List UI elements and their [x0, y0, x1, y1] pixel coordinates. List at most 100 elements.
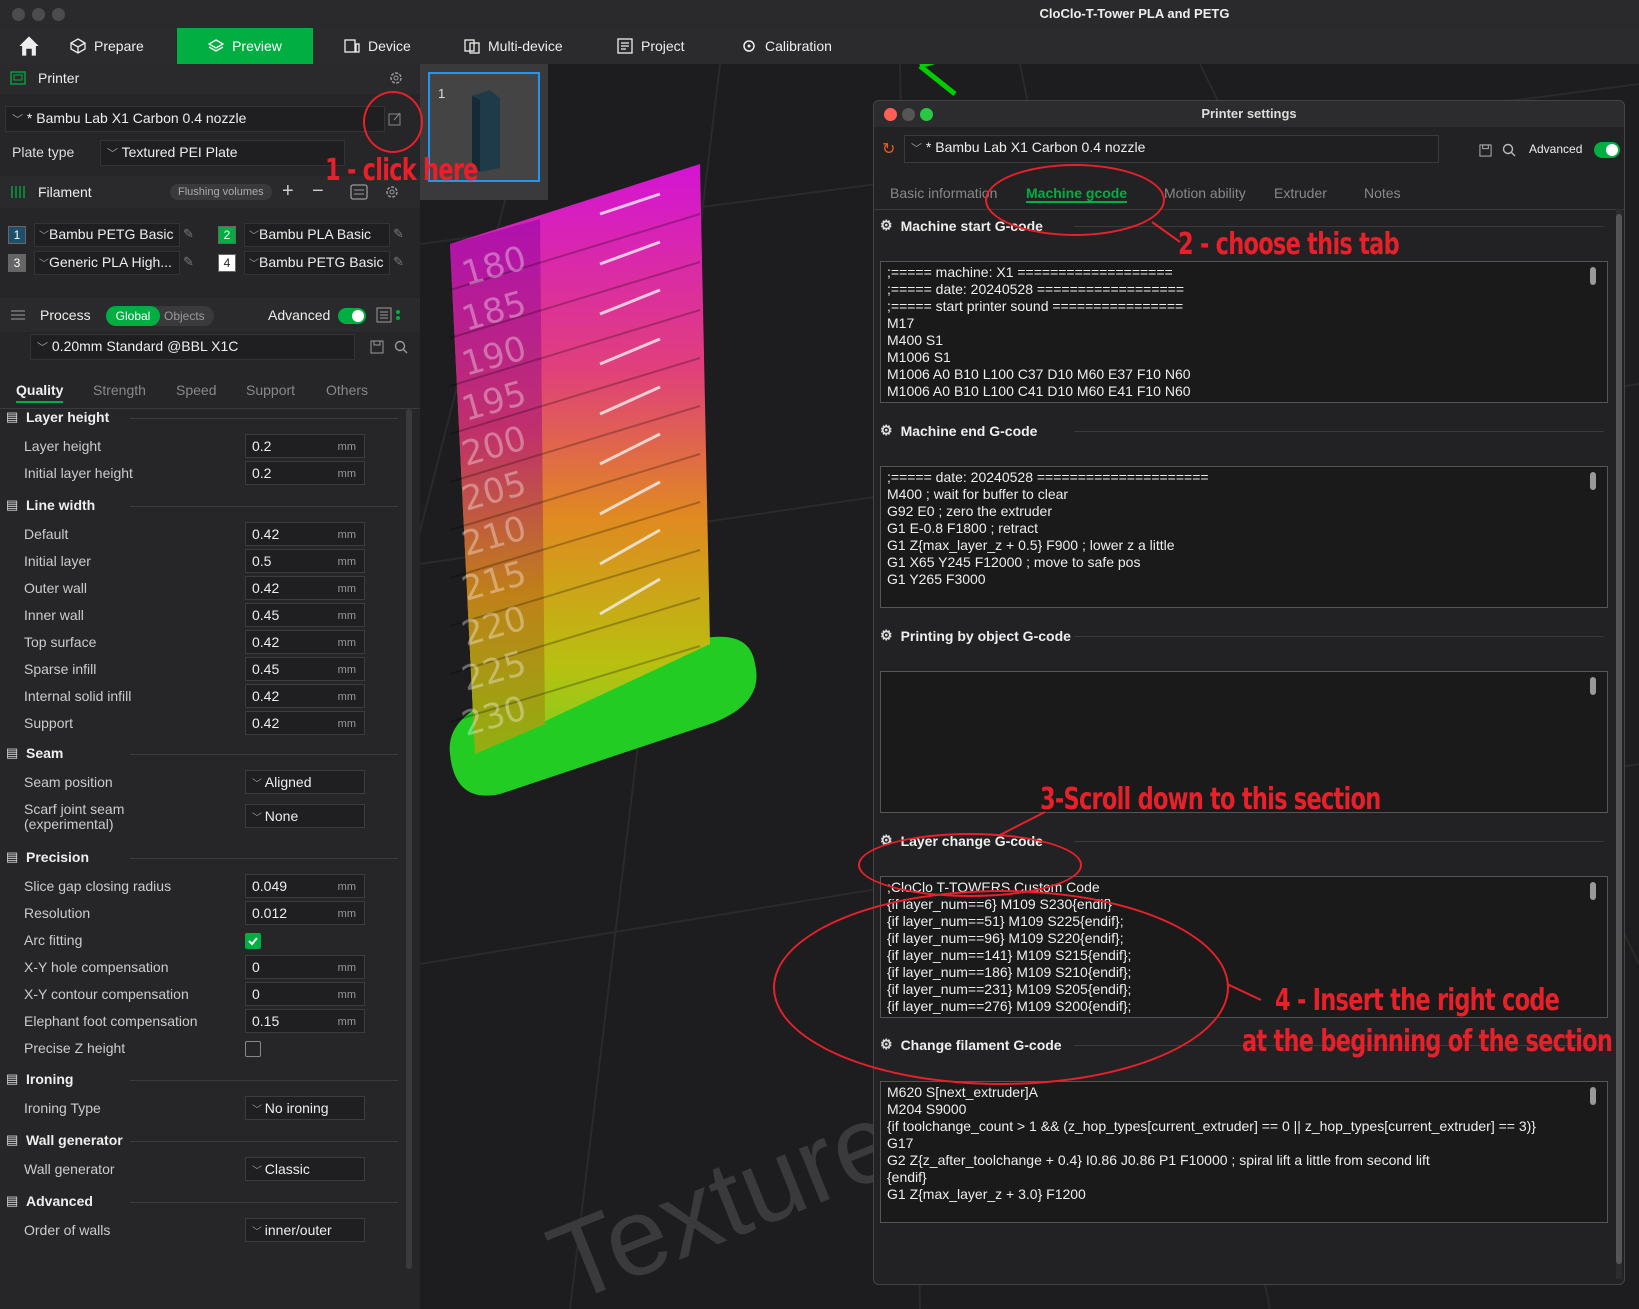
editor-scrollbar[interactable]: [1590, 1087, 1596, 1105]
flushing-volumes-button[interactable]: Flushing volumes: [170, 184, 272, 200]
nav-calibration[interactable]: Calibration: [727, 28, 846, 64]
setting-value: 0: [252, 959, 260, 975]
printer-preset-select[interactable]: ﹀ * Bambu Lab X1 Carbon 0.4 nozzle: [5, 106, 385, 132]
setting-input[interactable]: 0.42 mm: [245, 630, 365, 654]
global-objects-toggle[interactable]: Global Objects: [106, 306, 214, 326]
editor-scrollbar[interactable]: [1590, 472, 1596, 490]
dialog-preset-select[interactable]: ﹀ * Bambu Lab X1 Carbon 0.4 nozzle: [904, 135, 1439, 163]
setting-value: 0.5: [252, 553, 272, 569]
arc-fitting-checkbox[interactable]: [245, 933, 261, 949]
objects-tab[interactable]: Objects: [164, 309, 205, 323]
filament-select[interactable]: ﹀Bambu PLA Basic: [244, 223, 390, 247]
setting-input[interactable]: 0.2 mm: [245, 461, 365, 485]
annotation-4-line2: at the beginning of the section: [1242, 1024, 1613, 1059]
plate-type-select[interactable]: ﹀ Textured PEI Plate: [100, 140, 345, 166]
gcode-end-editor[interactable]: ;===== date: 20240528 ==================…: [880, 466, 1608, 608]
section-divider: [130, 754, 398, 755]
tab-strength[interactable]: Strength: [93, 382, 146, 398]
minimize-dialog-button[interactable]: [902, 108, 915, 121]
gcode-start-editor[interactable]: ;===== machine: X1 =================== ;…: [880, 261, 1608, 403]
tab-support[interactable]: Support: [246, 382, 295, 398]
setting-input[interactable]: 0.42 mm: [245, 522, 365, 546]
printer-section-header: Printer: [0, 64, 420, 94]
process-preset-select[interactable]: ﹀ 0.20mm Standard @BBL X1C: [30, 334, 355, 360]
nav-multi-device[interactable]: Multi-device: [450, 28, 577, 64]
setting-input[interactable]: 0.45 mm: [245, 603, 365, 627]
save-icon[interactable]: [1479, 144, 1492, 157]
gear-icon[interactable]: [388, 70, 404, 86]
advanced-toggle[interactable]: [338, 308, 366, 324]
nav-prepare[interactable]: Prepare: [56, 28, 158, 64]
setting-unit: mm: [337, 529, 356, 541]
close-dialog-button[interactable]: [884, 108, 897, 121]
filament-slot-badge[interactable]: 1: [8, 226, 26, 244]
setting-input[interactable]: 0.45 mm: [245, 657, 365, 681]
nav-project[interactable]: Project: [603, 28, 699, 64]
sidebar-scrollbar[interactable]: [406, 409, 412, 1269]
setting-input[interactable]: 0.2 mm: [245, 434, 365, 458]
filament-name: Bambu PETG Basic: [49, 226, 174, 242]
section-heading: Ironing: [26, 1071, 74, 1087]
section-heading: Wall generator: [26, 1132, 123, 1148]
gcode-change-editor[interactable]: M620 S[next_extruder]A M204 S9000 {if to…: [880, 1081, 1608, 1223]
section-divider: [130, 1080, 398, 1081]
dialog-advanced-toggle[interactable]: [1594, 142, 1620, 158]
filament-select[interactable]: ﹀Bambu PETG Basic: [34, 223, 180, 247]
setting-input[interactable]: 0.5 mm: [245, 549, 365, 573]
dialog-tab-motion-ability[interactable]: Motion ability: [1164, 185, 1246, 201]
order-of-walls-select[interactable]: ﹀ inner/outer: [245, 1218, 365, 1242]
editor-scrollbar[interactable]: [1590, 677, 1596, 695]
filament-select[interactable]: ﹀Bambu PETG Basic: [244, 251, 390, 275]
home-button[interactable]: [4, 28, 54, 64]
setting-input[interactable]: 0 mm: [245, 955, 365, 979]
filament-select[interactable]: ﹀Generic PLA High...: [34, 251, 180, 275]
tab-others[interactable]: Others: [326, 382, 368, 398]
filament-slot-badge[interactable]: 2: [218, 226, 236, 244]
editor-scrollbar[interactable]: [1590, 267, 1596, 285]
setting-input[interactable]: 0.049 mm: [245, 874, 365, 898]
scarf-seam-select[interactable]: ﹀ None: [245, 804, 365, 828]
edit-icon[interactable]: ✎: [183, 226, 194, 242]
filament-slot-badge[interactable]: 4: [218, 254, 236, 272]
setting-input[interactable]: 0.42 mm: [245, 684, 365, 708]
nav-preview[interactable]: Preview: [177, 28, 313, 64]
dialog-tab-notes[interactable]: Notes: [1364, 185, 1401, 201]
global-tab[interactable]: Global: [106, 306, 160, 326]
setting-input[interactable]: 0.42 mm: [245, 711, 365, 735]
setting-input[interactable]: 0 mm: [245, 982, 365, 1006]
filament-icon: [11, 186, 25, 198]
remove-filament-button[interactable]: −: [312, 180, 324, 203]
setting-input[interactable]: 0.012 mm: [245, 901, 365, 925]
search-icon[interactable]: [394, 340, 408, 354]
dialog-scrollbar[interactable]: [1616, 214, 1622, 1264]
zoom-dialog-button[interactable]: [920, 108, 933, 121]
annotation-circle-1: [363, 91, 423, 153]
tab-speed[interactable]: Speed: [176, 382, 216, 398]
precise-z-checkbox[interactable]: [245, 1041, 261, 1057]
editor-scrollbar[interactable]: [1590, 882, 1596, 900]
setting-input[interactable]: 0.42 mm: [245, 576, 365, 600]
precise-z-label: Precise Z height: [24, 1040, 126, 1056]
dialog-tab-basic-information[interactable]: Basic information: [890, 185, 997, 201]
setting-unit: mm: [337, 583, 356, 595]
dialog-tab-extruder[interactable]: Extruder: [1274, 185, 1327, 201]
compare-icon[interactable]: [376, 307, 404, 323]
edit-icon[interactable]: ✎: [393, 226, 404, 242]
tab-quality[interactable]: Quality: [16, 382, 64, 403]
reset-icon[interactable]: ↻: [882, 139, 895, 159]
filament-slot-badge[interactable]: 3: [8, 254, 26, 272]
add-filament-button[interactable]: +: [282, 180, 294, 203]
layers-icon: [208, 39, 225, 52]
wall-generator-select[interactable]: ﹀ Classic: [245, 1157, 365, 1181]
setting-input[interactable]: 0.15 mm: [245, 1009, 365, 1033]
nav-device[interactable]: Device: [330, 28, 425, 64]
search-icon[interactable]: [1502, 143, 1516, 157]
plate-number: 1: [438, 86, 446, 101]
edit-icon[interactable]: ✎: [183, 254, 194, 270]
seam-position-select[interactable]: ﹀ Aligned: [245, 770, 365, 794]
edit-icon[interactable]: ✎: [393, 254, 404, 270]
ironing-type-select[interactable]: ﹀ No ironing: [245, 1096, 365, 1120]
save-icon[interactable]: [370, 340, 384, 354]
annotation-4-line1: 4 - Insert the right code: [1275, 983, 1560, 1018]
gcode-section-end-heading: ⚙ Machine end G-code: [880, 422, 1037, 439]
